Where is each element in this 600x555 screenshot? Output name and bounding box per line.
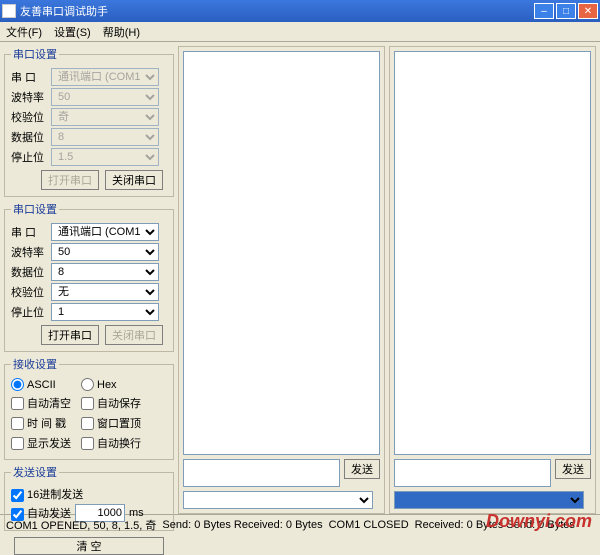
data-select-1: 8 [51,128,159,146]
send-button-2[interactable]: 发送 [555,459,591,479]
open-port-2-button[interactable]: 打开串口 [41,325,99,345]
status-left: COM1 OPENED, 50, 8, 1.5, 奇 [6,517,156,533]
app-icon [2,4,16,18]
hex-radio[interactable]: Hex [81,378,151,391]
menu-help[interactable]: 帮助(H) [103,24,140,40]
timestamp-check[interactable]: 时 间 戳 [11,415,81,431]
clear-button[interactable]: 清 空 [14,537,164,555]
port-select-1: 通讯端口 (COM1) [51,68,159,86]
right-pane: 发送 [389,46,596,514]
close-port-2-button: 关闭串口 [105,325,163,345]
autoclear-check[interactable]: 自动清空 [11,395,81,411]
window-title: 友善串口调试助手 [20,3,534,19]
ontop-check[interactable]: 窗口置顶 [81,415,151,431]
receive-area-2[interactable] [394,51,591,455]
status-sr1: Send: 0 Bytes Received: 0 Bytes [162,519,322,531]
receive-settings: 接收设置 ASCII Hex 自动清空 自动保存 时 间 戳 窗口置顶 显示发送… [4,356,174,460]
title-bar: 友善串口调试助手 – □ ✕ [0,0,600,22]
close-port-1-button[interactable]: 关闭串口 [105,170,163,190]
stop-select-1: 1.5 [51,148,159,166]
history-combo-2[interactable] [394,491,584,509]
status-mid: COM1 CLOSED [329,519,409,531]
hexsend-check[interactable]: 16进制发送 [11,486,83,502]
data-select-2[interactable]: 8 [51,263,159,281]
history-combo-1[interactable] [183,491,373,509]
serial-settings-1: 串口设置 串 口通讯端口 (COM1) 波特率50 校验位奇 数据位8 停止位1… [4,46,174,197]
parity-select-1: 奇 [51,108,159,126]
menu-settings[interactable]: 设置(S) [54,24,91,40]
status-sr2: Received: 0 Bytes Send: 0 Bytes [415,519,575,531]
autosave-check[interactable]: 自动保存 [81,395,151,411]
receive-area-1[interactable] [183,51,380,455]
stop-select-2[interactable]: 1 [51,303,159,321]
group1-legend: 串口设置 [11,46,59,62]
baud-select-1: 50 [51,88,159,106]
send-legend: 发送设置 [11,464,59,480]
serial-settings-2: 串口设置 串 口通讯端口 (COM1) 波特率50 数据位8 校验位无 停止位1… [4,201,174,352]
status-bar: COM1 OPENED, 50, 8, 1.5, 奇 Send: 0 Bytes… [0,514,600,534]
close-button[interactable]: ✕ [578,3,598,19]
port-select-2[interactable]: 通讯端口 (COM1) [51,223,159,241]
autowrap-check[interactable]: 自动换行 [81,435,151,451]
ascii-radio[interactable]: ASCII [11,378,81,391]
parity-select-2[interactable]: 无 [51,283,159,301]
send-input-1[interactable] [183,459,340,487]
group2-legend: 串口设置 [11,201,59,217]
showsend-check[interactable]: 显示发送 [11,435,81,451]
maximize-button[interactable]: □ [556,3,576,19]
minimize-button[interactable]: – [534,3,554,19]
baud-select-2[interactable]: 50 [51,243,159,261]
open-port-1-button: 打开串口 [41,170,99,190]
menu-file[interactable]: 文件(F) [6,24,42,40]
send-input-2[interactable] [394,459,551,487]
left-pane: 发送 [178,46,385,514]
send-button-1[interactable]: 发送 [344,459,380,479]
recv-legend: 接收设置 [11,356,59,372]
menu-bar: 文件(F) 设置(S) 帮助(H) [0,22,600,42]
